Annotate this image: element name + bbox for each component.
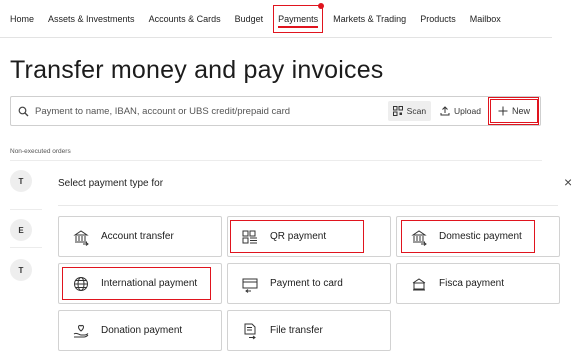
scan-label: Scan	[406, 106, 427, 116]
qr-code-icon	[240, 227, 260, 247]
option-qr-payment[interactable]: QR payment	[227, 216, 391, 257]
notification-dot	[318, 2, 325, 9]
nav-item-payments-label: Payments	[278, 13, 319, 24]
option-label: International payment	[101, 278, 198, 289]
bank-transfer-icon	[71, 227, 91, 247]
option-label: Domestic payment	[439, 231, 522, 242]
option-donation-payment[interactable]: Donation payment	[58, 310, 222, 351]
option-label: Account transfer	[101, 231, 174, 242]
option-international-payment[interactable]: International payment	[58, 263, 222, 304]
search-input[interactable]: Payment to name, IBAN, account or UBS cr…	[35, 106, 388, 117]
option-label: Fisca payment	[439, 278, 505, 289]
new-button[interactable]: New	[489, 99, 538, 123]
scan-icon	[392, 106, 403, 116]
non-executed-orders-label: Non-executed orders	[10, 148, 71, 155]
file-transfer-icon	[240, 321, 260, 341]
scan-button[interactable]: Scan	[387, 101, 432, 121]
page-title: Transfer money and pay invoices	[10, 56, 384, 84]
new-label: New	[511, 106, 530, 116]
card-icon	[240, 274, 260, 294]
option-payment-to-card[interactable]: Payment to card	[227, 263, 391, 304]
upload-label: Upload	[454, 106, 481, 116]
panel-heading: Select payment type for	[58, 178, 164, 189]
panel-divider	[58, 205, 558, 206]
bank-icon	[409, 227, 429, 247]
order-badge: T	[10, 259, 32, 281]
upload-button[interactable]: Upload	[435, 101, 486, 121]
option-label: File transfer	[270, 325, 323, 336]
nav-item-mailbox[interactable]: Mailbox	[470, 12, 501, 26]
close-icon[interactable]: ×	[564, 175, 572, 189]
nav-item-home[interactable]: Home	[10, 12, 34, 26]
nav-item-budget[interactable]: Budget	[235, 12, 264, 26]
list-divider	[10, 160, 542, 161]
option-domestic-payment[interactable]: Domestic payment	[396, 216, 560, 257]
option-fisca-payment[interactable]: Fisca payment	[396, 263, 560, 304]
order-badge: E	[10, 219, 32, 241]
option-label: Donation payment	[101, 325, 183, 336]
search-icon	[11, 106, 35, 117]
institution-icon	[409, 274, 429, 294]
donation-icon	[71, 321, 91, 341]
nav-item-markets-trading[interactable]: Markets & Trading	[333, 12, 406, 26]
nav-item-assets-investments[interactable]: Assets & Investments	[48, 12, 135, 26]
option-label: QR payment	[270, 231, 327, 242]
upload-icon	[440, 106, 450, 116]
active-tab-underline	[278, 25, 319, 28]
option-account-transfer[interactable]: Account transfer	[58, 216, 222, 257]
option-label: Payment to card	[270, 278, 343, 289]
nav-item-accounts-cards[interactable]: Accounts & Cards	[149, 12, 221, 26]
globe-icon	[71, 274, 91, 294]
option-file-transfer[interactable]: File transfer	[227, 310, 391, 351]
nav-item-products[interactable]: Products	[420, 12, 456, 26]
plus-icon	[498, 106, 508, 116]
payment-search-bar: Payment to name, IBAN, account or UBS cr…	[10, 96, 541, 126]
nav-item-payments[interactable]: Payments	[273, 2, 325, 33]
payment-type-panel: Select payment type for × Account transf…	[42, 165, 580, 364]
top-nav: Home Assets & Investments Accounts & Car…	[0, 0, 552, 38]
order-badge: T	[10, 170, 32, 192]
